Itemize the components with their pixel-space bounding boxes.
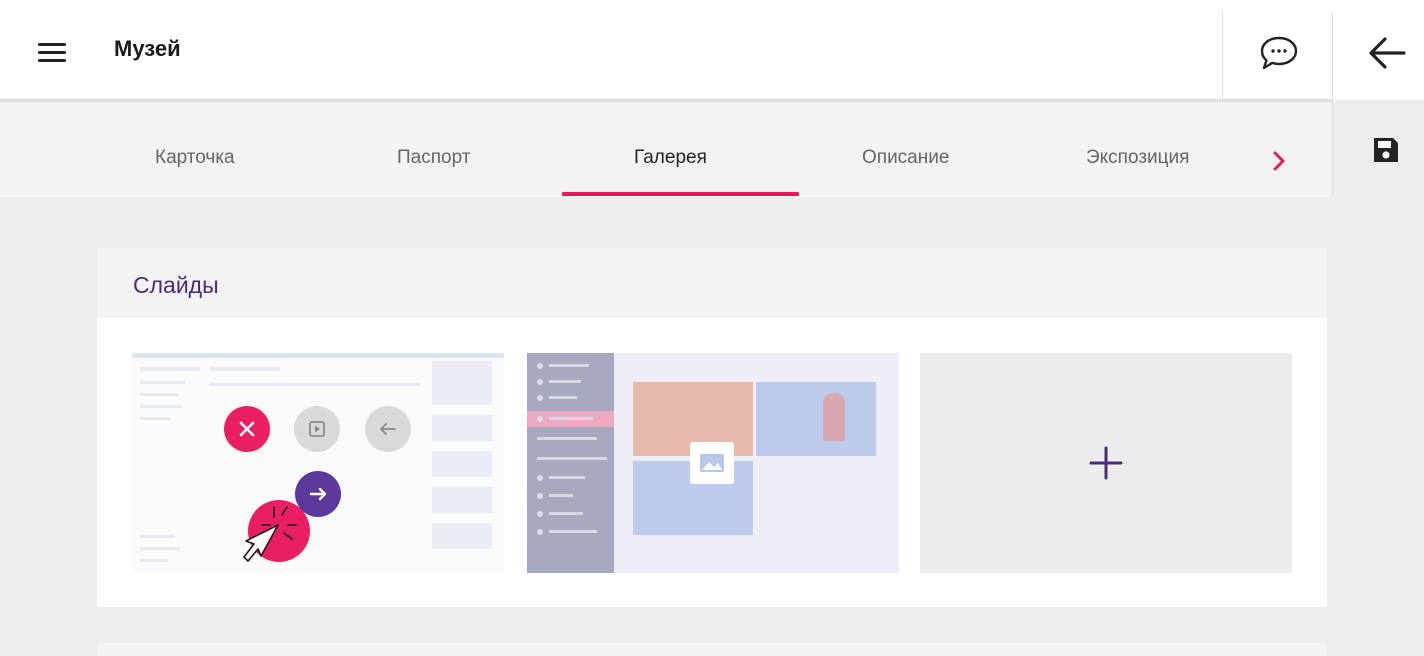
slides-card-header: Слайды <box>97 248 1327 318</box>
image-placeholder <box>690 442 734 484</box>
back-arrow-icon[interactable] <box>1366 36 1406 70</box>
delete-slide-button[interactable] <box>224 406 270 452</box>
slides-card: Слайды <box>97 248 1327 607</box>
header-divider <box>1222 12 1223 100</box>
chevron-right-icon[interactable] <box>1268 147 1292 175</box>
arrow-left-icon <box>380 423 396 435</box>
move-slide-left-button[interactable] <box>365 406 411 452</box>
tab-card[interactable]: Карточка <box>155 147 235 169</box>
tab-gallery[interactable]: Галерея <box>634 147 707 169</box>
plus-icon <box>1089 446 1123 480</box>
preview-slide-button[interactable] <box>294 406 340 452</box>
tab-description[interactable]: Описание <box>862 147 949 169</box>
slide-sidebar <box>527 353 614 573</box>
page-title: Музей <box>114 36 181 61</box>
next-section-card <box>97 643 1327 656</box>
cursor-click-icon <box>232 493 322 573</box>
slide-thumbnail-2[interactable] <box>527 353 899 573</box>
tab-exposition[interactable]: Экспозиция <box>1086 147 1189 169</box>
slides-section-title: Слайды <box>133 272 219 298</box>
tab-bar: Карточка Паспорт Галерея Описание Экспоз… <box>0 103 1332 197</box>
image-icon <box>700 454 724 472</box>
add-slide-button[interactable] <box>920 353 1292 573</box>
app-header <box>0 0 1424 100</box>
chat-bubble-icon[interactable] <box>1258 34 1300 72</box>
play-icon <box>309 421 325 437</box>
close-icon <box>239 421 255 437</box>
side-panel-divider <box>1332 12 1333 196</box>
save-icon[interactable] <box>1372 136 1400 164</box>
menu-icon[interactable] <box>36 40 68 64</box>
tab-passport[interactable]: Паспорт <box>397 147 470 169</box>
slide-thumbnail-1[interactable] <box>132 353 504 573</box>
active-tab-indicator <box>562 192 799 196</box>
